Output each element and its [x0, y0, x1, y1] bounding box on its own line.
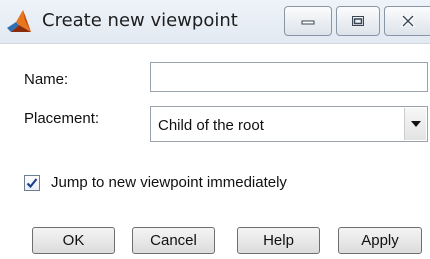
title-bar[interactable]: Create new viewpoint: [0, 0, 430, 44]
name-label: Name:: [24, 71, 69, 88]
placement-dropdown[interactable]: Child of the root: [150, 106, 428, 142]
dialog-body: Name: Placement: Child of the root Jump …: [0, 44, 430, 259]
placement-label: Placement:: [24, 110, 100, 127]
jump-checkbox[interactable]: [24, 175, 40, 191]
minimize-icon: [301, 20, 315, 25]
window-title: Create new viewpoint: [42, 10, 238, 31]
dropdown-arrow-button[interactable]: [404, 108, 426, 140]
close-icon: [400, 15, 415, 27]
close-button[interactable]: [384, 6, 430, 36]
maximize-icon: [352, 16, 364, 26]
chevron-down-icon: [410, 121, 421, 127]
help-button[interactable]: Help: [237, 227, 320, 254]
maximize-button[interactable]: [336, 6, 380, 36]
matlab-logo-icon: [7, 10, 31, 32]
ok-button[interactable]: OK: [32, 227, 115, 254]
minimize-button[interactable]: [284, 6, 332, 36]
cancel-button[interactable]: Cancel: [132, 227, 215, 254]
jump-checkbox-label: Jump to new viewpoint immediately: [51, 174, 287, 191]
name-field[interactable]: [150, 62, 428, 92]
apply-button[interactable]: Apply: [338, 227, 422, 254]
checkmark-icon: [26, 178, 38, 189]
placement-selected-value: Child of the root: [158, 117, 264, 134]
